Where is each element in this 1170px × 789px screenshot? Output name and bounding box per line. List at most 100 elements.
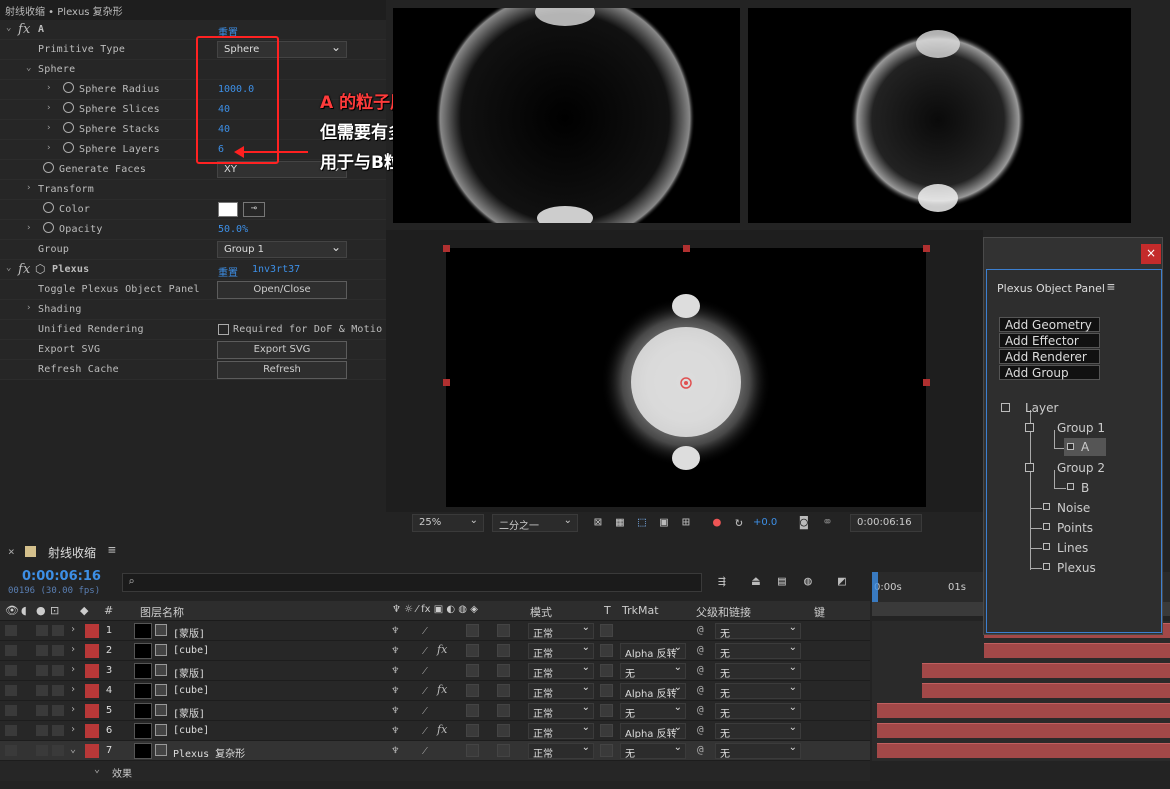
quality-switch-icon[interactable]: ⁄ [424,704,426,717]
chevron-right-icon[interactable]: › [70,624,76,635]
show-snapshot-icon[interactable]: ⚭ [822,515,833,530]
solo-toggle[interactable] [36,665,48,676]
chevron-right-icon[interactable]: › [70,704,76,715]
motion-blur-switch[interactable] [466,664,479,677]
shy-switch-icon[interactable]: ♆ [392,684,399,697]
layer-label-color[interactable] [85,744,99,758]
blend-mode-dropdown[interactable]: 正常 [528,622,594,640]
sphere-group-row[interactable]: ⌄ Sphere [0,60,386,80]
3d-layer-switch[interactable] [497,644,510,657]
layer-row[interactable]: › 6 [cube] ♆ ⁄ fx 正常 Alpha 反转 @ 无 [0,721,870,741]
group-dropdown[interactable]: Group 1 [217,240,347,258]
layer-row[interactable]: › 5 [蒙版] ♆ ⁄ 正常 无 @ 无 [0,701,870,721]
layer-bar-7[interactable] [877,743,1170,758]
solo-toggle[interactable] [36,685,48,696]
stopwatch-icon[interactable] [63,102,74,113]
chevron-right-icon[interactable]: › [26,223,31,233]
tree-node-b[interactable]: B [1081,481,1089,495]
timeline-timecode[interactable]: 0:00:06:16 [22,569,101,584]
eye-icon[interactable]: 👁 [5,604,19,617]
lock-toggle[interactable] [52,665,64,676]
parent-dropdown[interactable]: 无 [715,702,801,720]
shy-switch-icon[interactable]: ♆ [392,744,399,757]
region-of-interest-icon[interactable]: ▣ [660,515,668,530]
stopwatch-icon[interactable] [43,202,54,213]
layer-name[interactable]: [cube] [173,725,209,736]
comp-tab-name[interactable]: 射线收缩 [48,544,96,561]
close-icon[interactable]: × [1141,244,1161,264]
viewer-timecode[interactable]: 0:00:06:16 [850,514,922,532]
reset-exposure-icon[interactable]: ↻ [735,515,743,530]
layer-name[interactable]: [蒙版] [173,705,205,720]
export-svg-button[interactable]: Export SVG [217,341,347,359]
track-matte-dropdown[interactable]: Alpha 反转 [620,643,686,659]
open-close-button[interactable]: Open/Close [217,281,347,299]
menu-icon[interactable]: ≡ [1107,280,1115,295]
track-matte-dropdown[interactable]: 无 [620,663,686,679]
work-area-start[interactable] [872,572,878,602]
solo-icon[interactable]: ● [36,604,46,617]
fx-icon[interactable]: fx [437,723,447,736]
chevron-right-icon[interactable]: › [70,644,76,655]
shading-row[interactable]: › Shading [0,300,386,320]
exposure-value[interactable]: +0.0 [753,517,777,528]
close-icon[interactable]: × [8,545,15,558]
motion-blur-icon[interactable]: ◍ [804,574,812,589]
tree-node-noise[interactable]: Noise [1057,501,1090,515]
plexus-reset-link[interactable]: 重置 [218,264,238,279]
unified-rendering-checkbox[interactable] [218,324,229,335]
lock-toggle[interactable] [52,705,64,716]
chevron-right-icon[interactable]: › [26,183,31,193]
layer-row[interactable]: ⌄ 7 Plexus 复杂形 ♆ ⁄ 正常 无 @ 无 [0,741,870,761]
add-renderer-button[interactable]: Add Renderer [999,349,1100,364]
parent-pickwhip-icon[interactable]: @ [697,623,704,636]
resolution-dropdown[interactable]: 二分之一 ⌄ [492,514,578,532]
shy-switch-icon[interactable]: ♆ [392,724,399,737]
tree-node-lines[interactable]: Lines [1057,541,1088,555]
add-group-button[interactable]: Add Group [999,365,1100,380]
layer-row[interactable]: › 1 [蒙版] ♆ ⁄ 正常 @ 无 [0,621,870,641]
tree-node-a[interactable]: A [1081,440,1089,454]
column-layer-name[interactable]: 图层名称 [140,604,184,620]
collapse-toggle-icon[interactable] [1025,423,1034,432]
chevron-right-icon[interactable]: › [26,303,31,313]
zoom-dropdown[interactable]: 25% ⌄ [412,514,484,532]
parent-dropdown[interactable]: 无 [715,722,801,740]
track-matte-dropdown[interactable]: Alpha 反转 [620,723,686,739]
parent-pickwhip-icon[interactable]: @ [697,703,704,716]
collapse-toggle-icon[interactable] [1025,463,1034,472]
bounding-handle[interactable] [923,245,930,252]
lock-toggle[interactable] [52,645,64,656]
layer-label-color[interactable] [85,704,99,718]
chevron-right-icon[interactable]: › [46,123,51,133]
chevron-down-icon[interactable]: ⌄ [70,744,76,755]
layer-bar-4[interactable] [922,683,1170,698]
shy-switch-icon[interactable]: ♆ [392,624,399,637]
color-swatch[interactable] [218,202,238,217]
comp-flowchart-icon[interactable]: ⇶ [718,574,726,589]
lock-icon[interactable]: ⊡ [50,604,59,617]
3d-layer-switch[interactable] [497,684,510,697]
layer-label-color[interactable] [85,624,99,638]
bounding-handle[interactable] [683,245,690,252]
bounding-handle[interactable] [443,245,450,252]
parent-dropdown[interactable]: 无 [715,622,801,640]
opacity-value[interactable]: 50.0% [218,224,248,235]
motion-blur-switch[interactable] [466,684,479,697]
parent-dropdown[interactable]: 无 [715,662,801,680]
3d-layer-switch[interactable] [497,624,510,637]
quality-switch-icon[interactable]: ⁄ [424,684,426,697]
layer-name[interactable]: [蒙版] [173,665,205,680]
chevron-right-icon[interactable]: › [70,664,76,675]
motion-blur-switch[interactable] [466,724,479,737]
plexus-effect-header[interactable]: ⌄ fx ⬡ Plexus 重置 1nv3rt37 [0,260,386,280]
add-effector-button[interactable]: Add Effector [999,333,1100,348]
chevron-right-icon[interactable]: › [70,724,76,735]
parent-pickwhip-icon[interactable]: @ [697,683,704,696]
transparency-grid-icon[interactable]: ▦ [616,515,624,530]
shy-switch-icon[interactable]: ♆ [392,704,399,717]
chevron-down-icon[interactable]: ⌄ [6,23,11,33]
preserve-transparency-toggle[interactable] [600,664,613,677]
stopwatch-icon[interactable] [63,82,74,93]
layer-row[interactable]: › 2 [cube] ♆ ⁄ fx 正常 Alpha 反转 @ 无 [0,641,870,661]
